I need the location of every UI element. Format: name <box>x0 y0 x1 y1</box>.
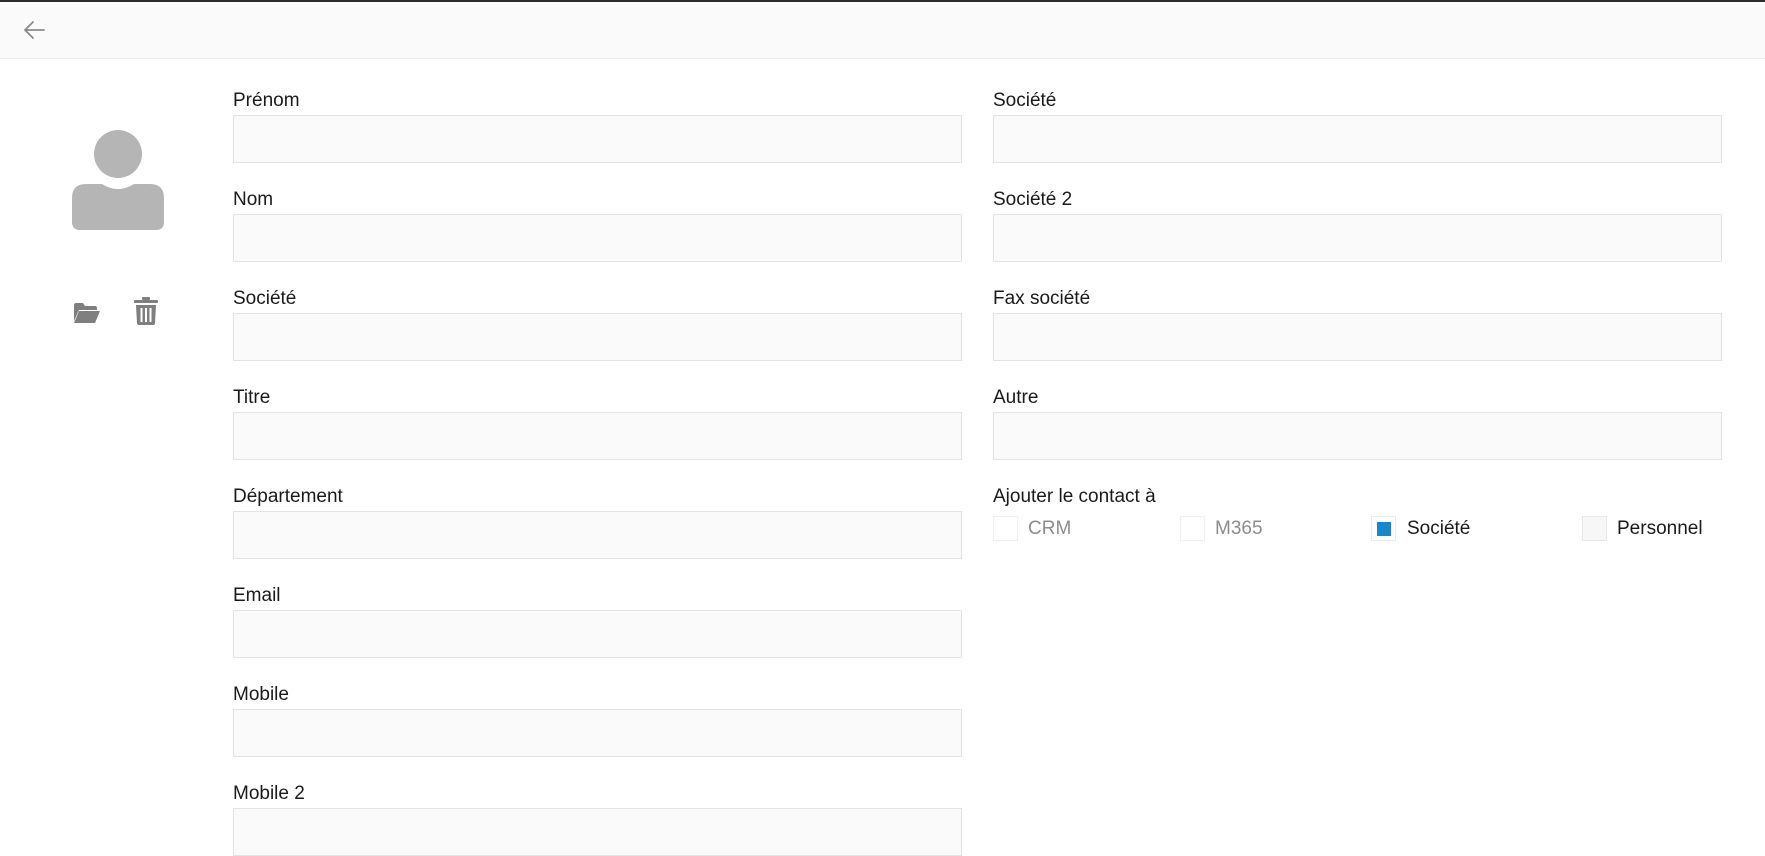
company-2-label: Société 2 <box>993 189 1073 210</box>
arrow-left-icon <box>24 21 45 39</box>
company-fax-input[interactable] <box>993 313 1722 361</box>
mobile-label: Mobile <box>233 684 289 705</box>
firstname-input[interactable] <box>233 115 962 163</box>
company-checkbox-label: Société <box>1407 518 1471 539</box>
mobile-2-label: Mobile 2 <box>233 783 305 804</box>
checkbox-checked-mark <box>1376 521 1391 536</box>
company-right-input[interactable] <box>993 115 1722 163</box>
m365-checkbox[interactable] <box>1180 516 1205 541</box>
lastname-label: Nom <box>233 189 274 210</box>
firstname-label: Prénom <box>233 90 300 111</box>
trash-icon <box>134 297 158 325</box>
open-photo-button[interactable] <box>70 296 104 330</box>
folder-open-icon <box>74 303 100 323</box>
other-label: Autre <box>993 387 1039 408</box>
email-input[interactable] <box>233 610 962 658</box>
other-input[interactable] <box>993 412 1722 460</box>
lastname-input[interactable] <box>233 214 962 262</box>
delete-photo-button[interactable] <box>129 294 163 328</box>
back-button[interactable] <box>16 14 52 46</box>
department-label: Département <box>233 486 343 507</box>
company-label: Société <box>233 288 297 309</box>
crm-checkbox[interactable] <box>993 516 1018 541</box>
department-input[interactable] <box>233 511 962 559</box>
personal-checkbox-label: Personnel <box>1617 518 1703 539</box>
m365-checkbox-label: M365 <box>1215 518 1263 539</box>
add-contact-to-label: Ajouter le contact à <box>993 486 1156 507</box>
company-2-input[interactable] <box>993 214 1722 262</box>
header-bar <box>0 2 1765 59</box>
mobile-input[interactable] <box>233 709 962 757</box>
user-avatar-icon <box>72 130 164 230</box>
company-right-label: Société <box>993 90 1057 111</box>
personal-checkbox[interactable] <box>1582 516 1607 541</box>
crm-checkbox-label: CRM <box>1028 518 1072 539</box>
title-label: Titre <box>233 387 271 408</box>
company-fax-label: Fax société <box>993 288 1091 309</box>
title-input[interactable] <box>233 412 962 460</box>
mobile-2-input[interactable] <box>233 808 962 856</box>
email-label: Email <box>233 585 281 606</box>
company-checkbox[interactable] <box>1371 516 1396 541</box>
company-input[interactable] <box>233 313 962 361</box>
